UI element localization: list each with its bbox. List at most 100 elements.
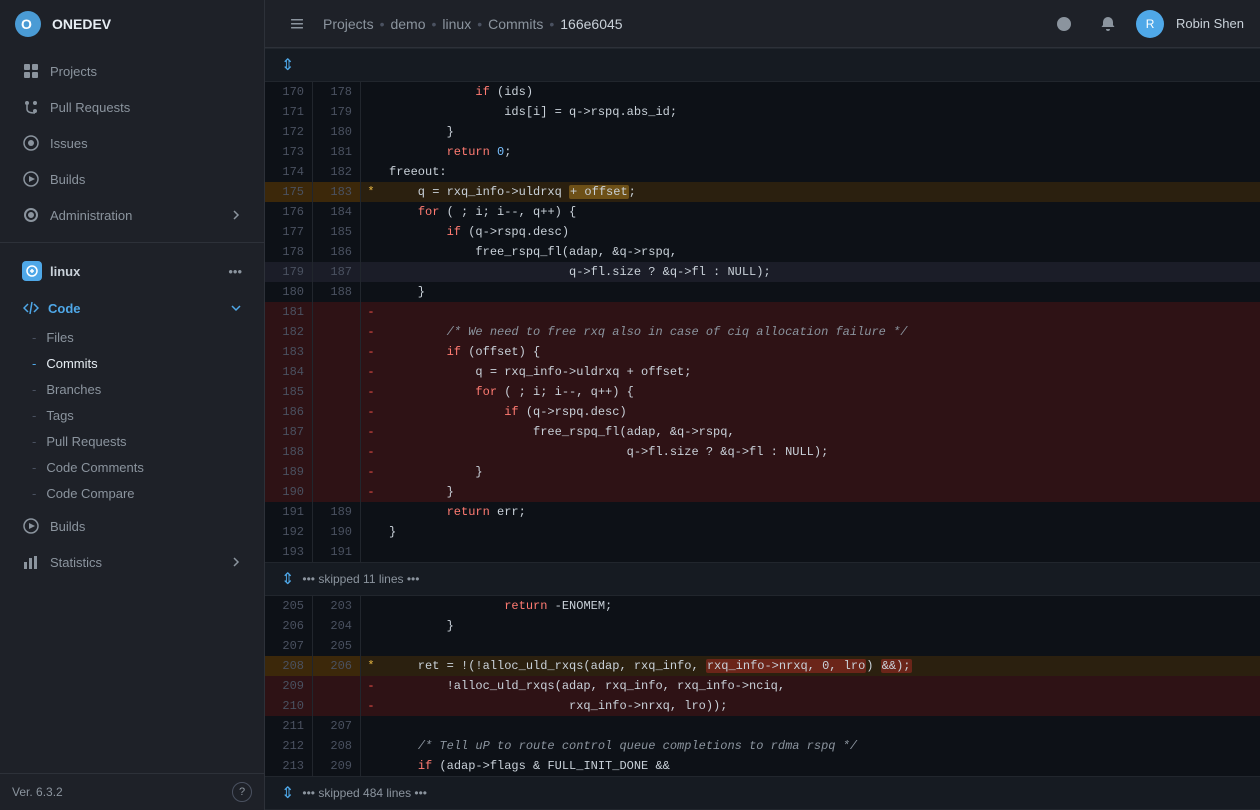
topnav-right: R Robin Shen [1048,8,1244,40]
table-row: 209 - !alloc_uld_rxqs(adap, rxq_info, rx… [265,676,1260,696]
builds-sub-label: Builds [50,519,85,534]
table-row: 207 205 [265,636,1260,656]
diff-view[interactable]: ⇕ 170 178 if (ids) 171 179 ids[i] = q->r… [265,48,1260,810]
table-row: 187 - free_rspq_fl(adap, &q->rspq, [265,422,1260,442]
top-nav: Projects Pull Requests Issu [0,52,264,234]
expand-middle-button[interactable]: ⇕ [281,569,294,589]
main-content: Projects • demo • linux • Commits • 166e… [265,0,1260,810]
table-row: 171 179 ids[i] = q->rspq.abs_id; [265,102,1260,122]
skipped-middle-banner: ⇕ ••• skipped 11 lines ••• [265,562,1260,596]
breadcrumb-demo[interactable]: demo [390,16,425,32]
sidebar-item-pull-requests[interactable]: Pull Requests [12,90,252,124]
code-label: Code [48,301,81,316]
table-row: 185 - for ( ; i; i--, q++) { [265,382,1260,402]
table-row: 183 - if (offset) { [265,342,1260,362]
project-icon [22,261,42,281]
files-label: Files [46,330,73,345]
collapse-sidebar-button[interactable] [281,8,313,40]
branches-label: Branches [46,382,101,397]
version-label: Ver. 6.3.2 [12,785,63,799]
sidebar-item-builds-project[interactable]: Builds [12,509,252,543]
table-row: 206 204 } [265,616,1260,636]
table-row: 174 182 freeout: [265,162,1260,182]
sidebar-item-statistics[interactable]: Statistics [12,545,252,579]
sidebar: O ONEDEV Projects [0,0,265,810]
table-row: 172 180 } [265,122,1260,142]
table-row: 184 - q = rxq_info->uldrxq + offset; [265,362,1260,382]
code-comments-label: Code Comments [46,460,144,475]
sidebar-item-projects-label: Projects [50,64,97,79]
table-row: 180 188 } [265,282,1260,302]
sidebar-item-code-comments[interactable]: - Code Comments [22,455,252,480]
table-row: 181 - [265,302,1260,322]
sidebar-item-issues-label: Issues [50,136,88,151]
sidebar-item-builds[interactable]: Builds [12,162,252,196]
project-header[interactable]: linux ••• [12,255,252,287]
sidebar-item-admin-label: Administration [50,208,132,223]
admin-icon [22,206,40,224]
project-name: linux [50,264,80,279]
sidebar-item-administration[interactable]: Administration [12,198,252,232]
skipped-11-text: ••• skipped 11 lines ••• [302,572,419,586]
breadcrumb-hash: 166e6045 [560,16,622,32]
table-row: 211 207 [265,716,1260,736]
table-row: 188 - q->fl.size ? &q->fl : NULL); [265,442,1260,462]
breadcrumb: Projects • demo • linux • Commits • 166e… [281,8,623,40]
breadcrumb-commits[interactable]: Commits [488,16,543,32]
notifications-button[interactable] [1092,8,1124,40]
skipped-484-text: ••• skipped 484 lines ••• [302,786,427,800]
statistics-label: Statistics [50,555,102,570]
table-row: 175 183 * q = rxq_info->uldrxq + offset; [265,182,1260,202]
table-row: 189 - } [265,462,1260,482]
breadcrumb-linux[interactable]: linux [442,16,471,32]
project-more-icon[interactable]: ••• [228,264,242,279]
table-row: 186 - if (q->rspq.desc) [265,402,1260,422]
builds-icon [22,170,40,188]
pull-requests-label: Pull Requests [46,434,126,449]
sidebar-item-code-compare[interactable]: - Code Compare [22,481,252,506]
statistics-icon [22,553,40,571]
sidebar-item-pull-requests-sub[interactable]: - Pull Requests [22,429,252,454]
sidebar-item-pr-label: Pull Requests [50,100,130,115]
svg-text:O: O [21,16,32,32]
help-button[interactable]: ? [232,782,252,802]
expand-top-button[interactable]: ⇕ [281,55,294,75]
expand-bottom-button[interactable]: ⇕ [281,783,294,803]
table-row: 170 178 if (ids) [265,82,1260,102]
sidebar-item-branches[interactable]: - Branches [22,377,252,402]
sidebar-item-issues[interactable]: Issues [12,126,252,160]
user-name[interactable]: Robin Shen [1176,16,1244,31]
table-row: 182 - /* We need to free rxq also in cas… [265,322,1260,342]
builds-sub-icon [22,517,40,535]
chevron-right-stats-icon [230,556,242,568]
sidebar-item-tags[interactable]: - Tags [22,403,252,428]
sidebar-item-projects[interactable]: Projects [12,54,252,88]
table-row: 193 191 [265,542,1260,562]
topnav: Projects • demo • linux • Commits • 166e… [265,0,1260,48]
theme-toggle-button[interactable] [1048,8,1080,40]
sidebar-item-commits[interactable]: - Commits [22,351,252,376]
app-logo[interactable]: O [12,8,44,40]
sidebar-footer: Ver. 6.3.2 ? [0,773,264,810]
table-row: 173 181 return 0; [265,142,1260,162]
breadcrumb-projects[interactable]: Projects [323,16,374,32]
table-row: 205 203 return -ENOMEM; [265,596,1260,616]
skipped-bottom-banner: ⇕ ••• skipped 484 lines ••• [265,776,1260,810]
table-row: 212 208 /* Tell uP to route control queu… [265,736,1260,756]
table-row: 208 206 * ret = !(!alloc_uld_rxqs(adap, … [265,656,1260,676]
app-name: ONEDEV [52,16,111,32]
bottom-nav: Builds Statistics [0,507,264,581]
table-row: 190 - } [265,482,1260,502]
code-icon [22,299,40,317]
sidebar-item-files[interactable]: - Files [22,325,252,350]
avatar[interactable]: R [1136,10,1164,38]
code-header[interactable]: Code [12,293,252,323]
pr-icon [22,98,40,116]
skipped-top-banner: ⇕ [265,48,1260,82]
table-row: 178 186 free_rspq_fl(adap, &q->rspq, [265,242,1260,262]
table-row: 179 187 q->fl.size ? &q->fl : NULL); [265,262,1260,282]
sidebar-item-builds-label: Builds [50,172,85,187]
table-row: 213 209 if (adap->flags & FULL_INIT_DONE… [265,756,1260,776]
chevron-right-icon [230,209,242,221]
code-section: Code - Files - Commits - Branches - Tags [0,291,264,507]
